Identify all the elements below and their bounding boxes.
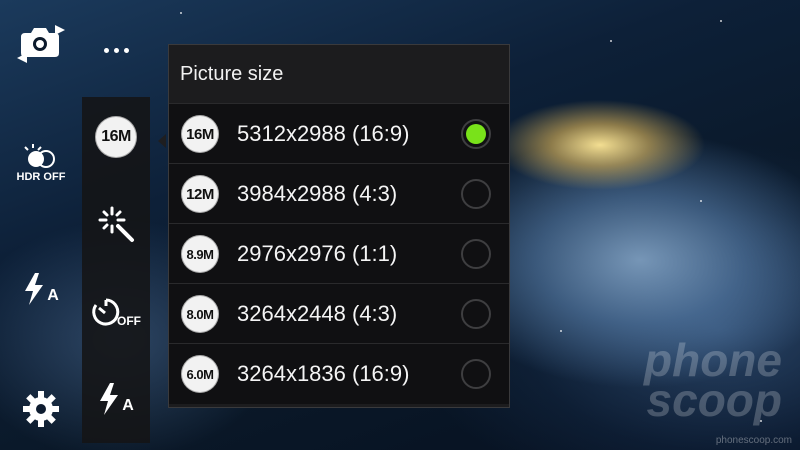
- gear-icon: [23, 391, 59, 427]
- flash-icon-group: A: [23, 273, 59, 305]
- size-badge: 12M: [181, 175, 219, 213]
- more-dots-icon: [103, 47, 129, 53]
- effects-button[interactable]: [82, 194, 150, 254]
- radio-dot: [466, 124, 486, 144]
- star: [610, 40, 612, 42]
- picture-size-badge: 16M: [95, 116, 137, 158]
- size-badge: 6.0M: [181, 355, 219, 393]
- picture-size-option[interactable]: 8.0M 3264x2448 (4:3): [169, 283, 509, 344]
- picture-size-option[interactable]: 12M 3984x2988 (4:3): [169, 163, 509, 224]
- option-label: 3264x2448 (4:3): [237, 301, 398, 326]
- popup-title: Picture size: [180, 63, 284, 85]
- option-label: 5312x2988 (16:9): [237, 121, 410, 146]
- popup-pointer: [158, 134, 166, 148]
- picture-size-popup: Picture size 16M 5312x2988 (16:9) 12M 39…: [168, 44, 510, 408]
- hdr-icon: [24, 144, 55, 168]
- flash-button[interactable]: A: [0, 266, 82, 312]
- settings-button[interactable]: [0, 386, 82, 432]
- radio-unselected[interactable]: [461, 179, 491, 209]
- hdr-label: HDR OFF: [16, 171, 66, 183]
- size-badge: 8.0M: [181, 295, 219, 333]
- flash-mode-label: A: [47, 287, 59, 304]
- more-options-button[interactable]: [82, 30, 150, 70]
- size-badge: 8.9M: [181, 235, 219, 273]
- left-control-rail: HDR OFF A: [0, 0, 82, 450]
- radio-unselected[interactable]: [461, 359, 491, 389]
- picture-size-option[interactable]: 8.9M 2976x2976 (1:1): [169, 223, 509, 284]
- timer-label: OFF: [117, 314, 141, 328]
- watermark-url: phonescoop.com: [715, 435, 792, 446]
- hdr-button[interactable]: HDR OFF: [0, 138, 82, 188]
- switch-camera-icon: [17, 25, 65, 63]
- star: [720, 20, 722, 22]
- magic-wand-icon: [98, 206, 134, 242]
- option-label: 3264x1836 (16:9): [237, 361, 410, 386]
- radio-unselected[interactable]: [461, 299, 491, 329]
- size-badge: 16M: [181, 115, 219, 153]
- star: [700, 200, 702, 202]
- picture-size-option[interactable]: 16M 5312x2988 (16:9): [169, 103, 509, 164]
- quick-flash-button[interactable]: A: [82, 369, 150, 429]
- picture-size-button[interactable]: 16M: [82, 107, 150, 167]
- radio-unselected[interactable]: [461, 239, 491, 269]
- watermark-logo: phone scoop: [644, 337, 782, 426]
- quick-flash-icon-group: A: [98, 383, 134, 415]
- watermark-line2: scoop: [646, 374, 782, 426]
- quick-flash-mode-label: A: [122, 397, 134, 414]
- radio-selected[interactable]: [461, 119, 491, 149]
- option-label: 2976x2976 (1:1): [237, 241, 398, 266]
- flash-icon: [25, 273, 44, 305]
- quick-settings-strip: 16M OFF A: [82, 97, 150, 443]
- flash-icon: [100, 383, 119, 415]
- option-label: 3984x2988 (4:3): [237, 181, 398, 206]
- switch-camera-button[interactable]: [0, 18, 82, 68]
- star: [560, 330, 562, 332]
- picture-size-option[interactable]: 6.0M 3264x1836 (16:9): [169, 343, 509, 404]
- star: [180, 12, 182, 14]
- timer-icon-group: OFF: [91, 296, 141, 328]
- timer-button[interactable]: OFF: [82, 282, 150, 342]
